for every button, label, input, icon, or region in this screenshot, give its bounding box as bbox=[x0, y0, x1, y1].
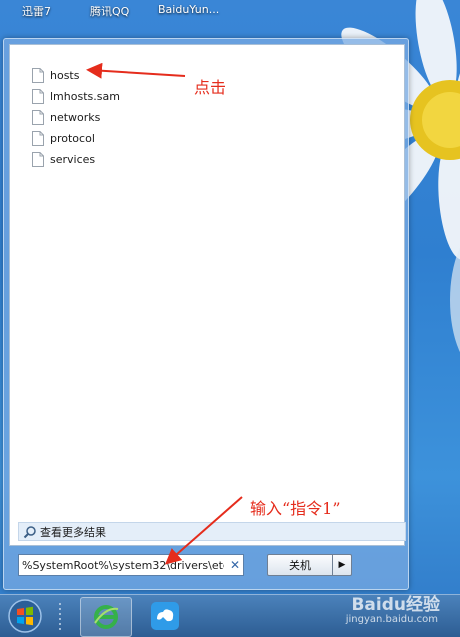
file-icon bbox=[32, 152, 44, 167]
windows-start-orb-icon[interactable] bbox=[7, 598, 43, 634]
result-item-services[interactable]: services bbox=[32, 149, 120, 170]
baidu-watermark: Baidu经验 bbox=[351, 595, 440, 615]
desktop-icon-row: 迅雷7 腾讯QQ BaiduYun... bbox=[0, 0, 460, 22]
result-item-networks[interactable]: networks bbox=[32, 107, 120, 128]
shutdown-options-arrow-icon[interactable]: ▶ bbox=[333, 554, 352, 576]
see-more-label: 查看更多结果 bbox=[40, 525, 106, 539]
annotation-input-label: 输入“指令1” bbox=[250, 499, 341, 518]
shutdown-group: 关机 ▶ bbox=[267, 554, 352, 576]
file-icon bbox=[32, 131, 44, 146]
shutdown-button[interactable]: 关机 bbox=[267, 554, 333, 576]
desktop-icon-baiduyun[interactable]: BaiduYun... bbox=[158, 3, 219, 16]
search-icon bbox=[23, 525, 36, 538]
result-label: protocol bbox=[50, 132, 95, 145]
file-icon bbox=[32, 89, 44, 104]
baidu-watermark-url: jingyan.baidu.com bbox=[345, 614, 438, 625]
file-icon bbox=[32, 110, 44, 125]
result-label: services bbox=[50, 153, 96, 166]
search-results-list: hosts lmhosts.sam networks protocol serv… bbox=[32, 65, 120, 170]
see-more-results[interactable]: 查看更多结果 bbox=[18, 522, 406, 541]
search-box[interactable]: ✕ bbox=[18, 554, 244, 576]
close-icon[interactable]: ✕ bbox=[227, 558, 243, 572]
start-menu: hosts lmhosts.sam networks protocol serv… bbox=[3, 38, 409, 590]
result-item-hosts[interactable]: hosts bbox=[32, 65, 120, 86]
taskbar-baiduyun-button[interactable] bbox=[140, 597, 190, 635]
annotation-click-label: 点击 bbox=[194, 78, 227, 97]
search-input[interactable] bbox=[19, 556, 227, 574]
desktop-icon-qq[interactable]: 腾讯QQ bbox=[90, 3, 129, 19]
result-item-lmhosts[interactable]: lmhosts.sam bbox=[32, 86, 120, 107]
result-label: hosts bbox=[50, 69, 80, 82]
result-item-protocol[interactable]: protocol bbox=[32, 128, 120, 149]
result-label: networks bbox=[50, 111, 101, 124]
baiduyun-icon bbox=[151, 602, 179, 630]
taskbar-ie-button[interactable] bbox=[80, 597, 132, 637]
result-label: lmhosts.sam bbox=[50, 90, 120, 103]
ie-icon bbox=[94, 605, 119, 629]
search-results-pane: hosts lmhosts.sam networks protocol serv… bbox=[9, 44, 406, 546]
desktop-icon-xunlei[interactable]: 迅雷7 bbox=[22, 3, 51, 19]
file-icon bbox=[32, 68, 44, 83]
taskbar-grip-icon[interactable] bbox=[57, 601, 63, 631]
